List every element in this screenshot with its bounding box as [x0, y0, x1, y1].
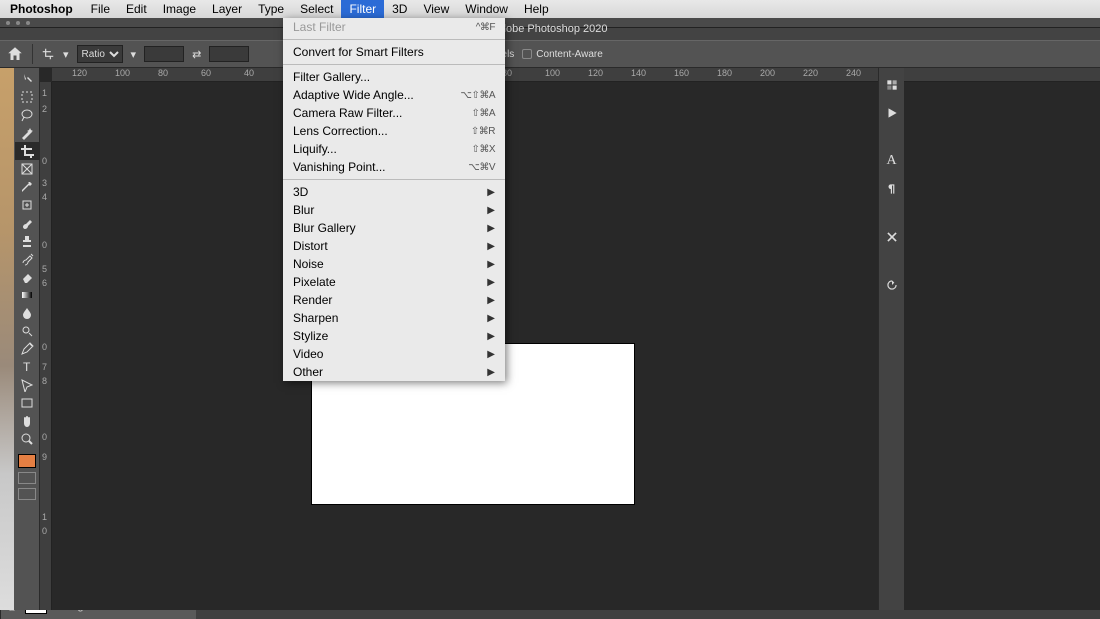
hand-tool[interactable] — [15, 412, 39, 430]
ruler-vertical: 120340560780910 — [40, 82, 52, 610]
filter-item-convert-for-smart-filters[interactable]: Convert for Smart Filters — [283, 43, 505, 61]
filter-item-blur[interactable]: Blur▶ — [283, 201, 505, 219]
wand-tool[interactable] — [15, 124, 39, 142]
filter-item-pixelate[interactable]: Pixelate▶ — [283, 273, 505, 291]
play-icon[interactable] — [883, 104, 901, 122]
filter-item-last-filter: Last Filter^⌘F — [283, 18, 505, 36]
lasso-tool[interactable] — [15, 106, 39, 124]
brush-tool[interactable] — [15, 214, 39, 232]
filter-item-3d[interactable]: 3D▶ — [283, 183, 505, 201]
gradient-tool[interactable] — [15, 286, 39, 304]
content-aware-checkbox[interactable]: Content-Aware — [522, 49, 603, 60]
filter-item-video[interactable]: Video▶ — [283, 345, 505, 363]
menu-image[interactable]: Image — [155, 0, 204, 18]
type-tool[interactable]: T — [15, 358, 39, 376]
filter-item-other[interactable]: Other▶ — [283, 363, 505, 381]
filter-menu-dropdown: Last Filter^⌘F Convert for Smart Filters F… — [283, 18, 505, 381]
menu-select[interactable]: Select — [292, 0, 341, 18]
eyedrop-tool[interactable] — [15, 178, 39, 196]
filter-item-render[interactable]: Render▶ — [283, 291, 505, 309]
stamp-tool[interactable] — [15, 232, 39, 250]
filter-item-filter-gallery-[interactable]: Filter Gallery... — [283, 68, 505, 86]
filter-item-lens-correction-[interactable]: Lens Correction...⇧⌘R — [283, 122, 505, 140]
window-title: Adobe Photoshop 2020 — [493, 18, 608, 40]
filter-item-adaptive-wide-angle-[interactable]: Adaptive Wide Angle...⌥⇧⌘A — [283, 86, 505, 104]
canvas-area: 1201008060402002040608010012014016018020… — [40, 68, 1100, 610]
blur-tool[interactable] — [15, 304, 39, 322]
menubar: Photoshop FileEditImageLayerTypeSelectFi… — [0, 0, 1100, 18]
menu-edit[interactable]: Edit — [118, 0, 155, 18]
heal-tool[interactable] — [15, 196, 39, 214]
swap-icon[interactable]: ⇄ — [192, 48, 201, 61]
ratio-select[interactable]: Ratio — [77, 45, 123, 63]
dodge-tool[interactable] — [15, 322, 39, 340]
filter-item-camera-raw-filter-[interactable]: Camera Raw Filter...⇧⌘A — [283, 104, 505, 122]
filter-item-stylize[interactable]: Stylize▶ — [283, 327, 505, 345]
path-tool[interactable] — [15, 376, 39, 394]
marquee-tool[interactable] — [15, 88, 39, 106]
left-photo-strip — [0, 68, 14, 610]
menu-layer[interactable]: Layer — [204, 0, 250, 18]
zoom-tool[interactable] — [15, 430, 39, 448]
filter-item-distort[interactable]: Distort▶ — [283, 237, 505, 255]
pen-tool[interactable] — [15, 340, 39, 358]
home-icon[interactable] — [6, 45, 24, 63]
ratio-h-input[interactable] — [209, 46, 249, 62]
filter-item-liquify-[interactable]: Liquify...⇧⌘X — [283, 140, 505, 158]
ratio-w-input[interactable] — [144, 46, 184, 62]
right-icon-column: A — [878, 68, 904, 610]
svg-text:T: T — [23, 360, 31, 374]
menu-filter[interactable]: Filter — [341, 0, 384, 18]
frame-tool[interactable] — [15, 160, 39, 178]
menu-file[interactable]: File — [83, 0, 118, 18]
history-icon[interactable] — [883, 276, 901, 294]
crop-tool[interactable] — [15, 142, 39, 160]
filter-item-noise[interactable]: Noise▶ — [283, 255, 505, 273]
history-tool[interactable] — [15, 250, 39, 268]
canvas[interactable] — [52, 82, 1100, 610]
rect-tool[interactable] — [15, 394, 39, 412]
main-area: T 12010080604020020406080100120140160180… — [0, 68, 1100, 610]
move-tool[interactable] — [15, 70, 39, 88]
swatches-icon[interactable] — [883, 76, 901, 94]
options-bar: ▾ Ratio ▾ ⇄ d Pixels Content-Aware — [0, 40, 1100, 68]
filter-item-sharpen[interactable]: Sharpen▶ — [283, 309, 505, 327]
paragraph-icon[interactable] — [883, 180, 901, 198]
filter-item-vanishing-point-[interactable]: Vanishing Point...⌥⌘V — [283, 158, 505, 176]
menu-3d[interactable]: 3D — [384, 0, 415, 18]
ruler-horizontal: 1201008060402002040608010012014016018020… — [52, 68, 1100, 82]
menu-type[interactable]: Type — [250, 0, 292, 18]
window-titlebar: Adobe Photoshop 2020 — [0, 18, 1100, 40]
quickmask-toggle[interactable] — [18, 472, 36, 484]
screenmode-toggle[interactable] — [18, 488, 36, 500]
app-brand: Photoshop — [0, 2, 83, 16]
crop-icon — [41, 47, 55, 61]
menu-help[interactable]: Help — [516, 0, 557, 18]
menu-view[interactable]: View — [415, 0, 457, 18]
tools-icon[interactable] — [883, 228, 901, 246]
foreground-swatch[interactable] — [18, 454, 36, 468]
tools-panel: T — [14, 68, 40, 610]
eraser-tool[interactable] — [15, 268, 39, 286]
menu-window[interactable]: Window — [457, 0, 516, 18]
filter-item-blur-gallery[interactable]: Blur Gallery▶ — [283, 219, 505, 237]
character-icon[interactable]: A — [883, 152, 901, 170]
